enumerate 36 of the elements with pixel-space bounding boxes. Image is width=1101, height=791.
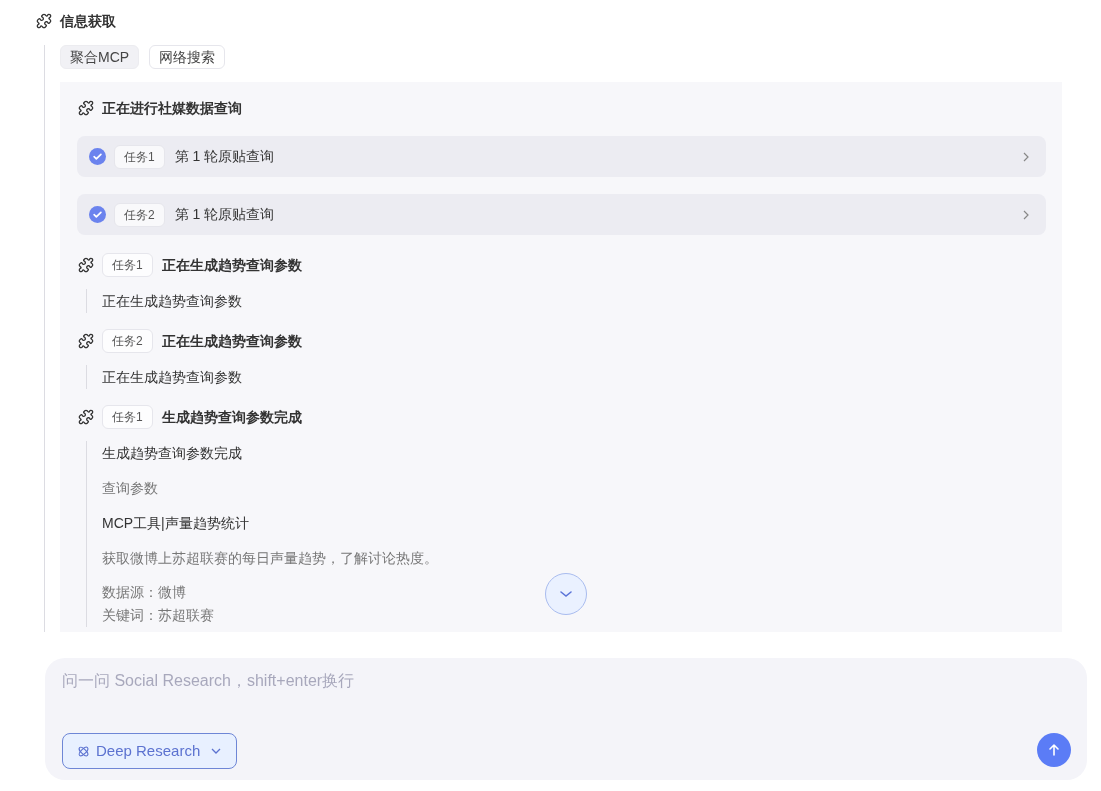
step-title: 生成趋势查询参数完成	[161, 407, 302, 427]
puzzle-icon	[78, 333, 94, 349]
step-title: 正在生成趋势查询参数	[161, 331, 302, 351]
content-text: 获取微博上苏超联赛的每日声量趋势，了解讨论热度。	[102, 549, 438, 568]
task-tag: 任务2	[114, 202, 165, 227]
puzzle-icon	[78, 100, 94, 116]
field-text: 数据源：微博	[102, 583, 186, 602]
content-text: MCP工具|声量趋势统计	[102, 514, 249, 533]
content-text: 正在生成趋势查询参数	[102, 292, 242, 311]
task-tag: 任务1	[102, 405, 153, 429]
section-title: 信息获取	[60, 11, 116, 31]
content-text: 生成趋势查询参数完成	[102, 444, 242, 463]
atom-icon	[77, 744, 90, 758]
puzzle-icon	[36, 13, 52, 29]
field-text: 关键词：苏超联赛	[102, 606, 214, 625]
task-card[interactable]: 任务1 第 1 轮原贴查询	[77, 136, 1046, 177]
scroll-down-button[interactable]	[545, 573, 587, 615]
task-tag: 任务1	[114, 144, 165, 169]
panel-title: 正在进行社媒数据查询	[102, 98, 242, 118]
task-tag: 任务2	[102, 329, 153, 353]
content-text: 正在生成趋势查询参数	[102, 368, 242, 387]
task-card[interactable]: 任务2 第 1 轮原贴查询	[77, 194, 1046, 235]
task-title: 第 1 轮原贴查询	[174, 205, 276, 224]
content-text: 查询参数	[102, 479, 158, 498]
mode-dropdown[interactable]: Deep Research	[62, 733, 238, 769]
source-tab[interactable]: 聚合MCP	[60, 45, 140, 69]
message-input[interactable]: 问一问 Social Research，shift+enter换行	[62, 668, 1070, 708]
task-tag: 任务1	[102, 253, 153, 277]
puzzle-icon	[78, 257, 94, 273]
send-button[interactable]	[1037, 733, 1071, 767]
message-composer[interactable]: 问一问 Social Research，shift+enter换行 Deep Research	[45, 658, 1087, 780]
source-tab[interactable]: 网络搜索	[149, 45, 226, 69]
step-title: 正在生成趋势查询参数	[161, 255, 302, 275]
task-title: 第 1 轮原贴查询	[174, 147, 276, 166]
puzzle-icon	[78, 409, 94, 425]
arrow-up-icon	[1046, 742, 1062, 758]
